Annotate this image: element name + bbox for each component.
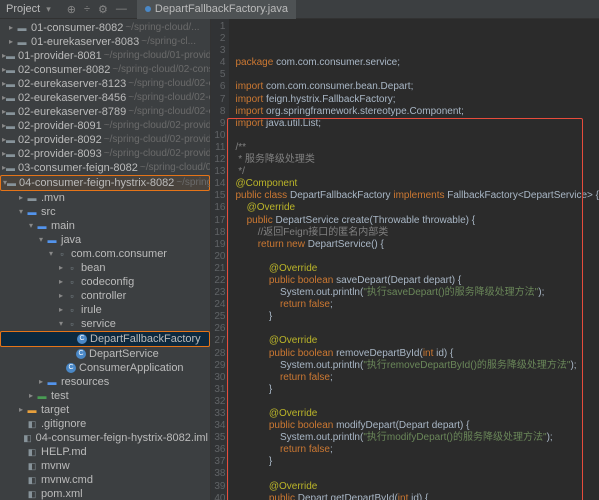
body-area: ▸▬01-consumer-8082 ~/spring-cloud/...▸▬0… (0, 19, 599, 500)
project-tool-icons: ⊕ ÷ ⚙ — (67, 3, 127, 16)
tree-node[interactable]: ▸▬02-provider-8091 ~/spring-cloud/02-pro… (0, 119, 210, 133)
project-sidebar[interactable]: ▸▬01-consumer-8082 ~/spring-cloud/...▸▬0… (0, 19, 211, 500)
select-icon[interactable]: ÷ (84, 3, 90, 16)
tree-node[interactable]: CDepartFallbackFactory (0, 331, 210, 347)
tree-node[interactable]: ◧mvnw.cmd (0, 473, 210, 487)
tree-node[interactable]: ▸▬02-eurekaserver-8123 ~/spring-cloud/02… (0, 77, 210, 91)
tree-node[interactable]: ▸▬01-eurekaserver-8083 ~/spring-cl... (0, 35, 210, 49)
editor-tabs: DepartFallbackFactory.java (137, 0, 296, 19)
project-tree[interactable]: ▸▬01-consumer-8082 ~/spring-cloud/...▸▬0… (0, 21, 210, 500)
tree-node[interactable]: ◧.gitignore (0, 417, 210, 431)
top-bar: Project ▾ ⊕ ÷ ⚙ — DepartFallbackFactory.… (0, 0, 599, 19)
tree-node[interactable]: ▸▫controller (0, 289, 210, 303)
tree-node[interactable]: ▸▬test (0, 389, 210, 403)
tree-node[interactable]: ▸▬.mvn (0, 191, 210, 205)
tree-node[interactable]: ▾▬src (0, 205, 210, 219)
tree-node[interactable]: ◧mvnw (0, 459, 210, 473)
tree-node[interactable]: ▸▫codeconfig (0, 275, 210, 289)
tree-node[interactable]: ▸▬02-provider-8092 ~/spring-cloud/02-pro… (0, 133, 210, 147)
code-area[interactable]: package com.com.consumer.service; import… (229, 19, 599, 500)
tree-node[interactable]: ▸▫bean (0, 261, 210, 275)
tree-node[interactable]: ▸▬01-consumer-8082 ~/spring-cloud/... (0, 21, 210, 35)
tab-depart-fallback-factory[interactable]: DepartFallbackFactory.java (137, 0, 296, 19)
tree-node[interactable]: ▸▬03-consumer-feign-8082 ~/spring-cloud/… (0, 161, 210, 175)
gear-icon[interactable]: ⚙ (98, 3, 108, 16)
tree-node[interactable]: ▾▬04-consumer-feign-hystrix-8082 ~/sprin… (0, 175, 210, 191)
tree-node[interactable]: ▾▬java (0, 233, 210, 247)
project-pane-title[interactable]: Project (0, 3, 46, 15)
tree-node[interactable]: ▸▬02-eurekaserver-8789 ~/spring-cloud/02… (0, 105, 210, 119)
tree-node[interactable]: ▸▬01-provider-8081 ~/spring-cloud/01-pro… (0, 49, 210, 63)
tree-node[interactable]: ◧04-consumer-feign-hystrix-8082.iml (0, 431, 210, 445)
highlight-box (227, 118, 583, 500)
tree-node[interactable]: ▸▫irule (0, 303, 210, 317)
collapse-icon[interactable]: ⊕ (67, 3, 76, 16)
tree-node[interactable]: ▸▬02-consumer-8082 ~/spring-cloud/02-con… (0, 63, 210, 77)
tree-node[interactable]: ▾▬main (0, 219, 210, 233)
code-editor[interactable]: 1234567891011121314151617181920212223242… (211, 19, 599, 500)
tree-node[interactable]: CDepartService (0, 347, 210, 361)
tree-node[interactable]: ▸▬02-provider-8093 ~/spring-cloud/02-pro… (0, 147, 210, 161)
tree-node[interactable]: ▸▬02-eurekaserver-8456 ~/spring-cloud/02… (0, 91, 210, 105)
tree-node[interactable]: ◧HELP.md (0, 445, 210, 459)
tree-node[interactable]: ◧pom.xml (0, 487, 210, 500)
tree-node[interactable]: CConsumerApplication (0, 361, 210, 375)
tab-icon (145, 6, 151, 12)
tree-node[interactable]: ▾▫service (0, 317, 210, 331)
tree-node[interactable]: ▸▬target (0, 403, 210, 417)
tree-node[interactable]: ▾▫com.com.consumer (0, 247, 210, 261)
tree-node[interactable]: ▸▬resources (0, 375, 210, 389)
tab-label: DepartFallbackFactory.java (155, 3, 288, 15)
hide-icon[interactable]: — (116, 3, 127, 16)
